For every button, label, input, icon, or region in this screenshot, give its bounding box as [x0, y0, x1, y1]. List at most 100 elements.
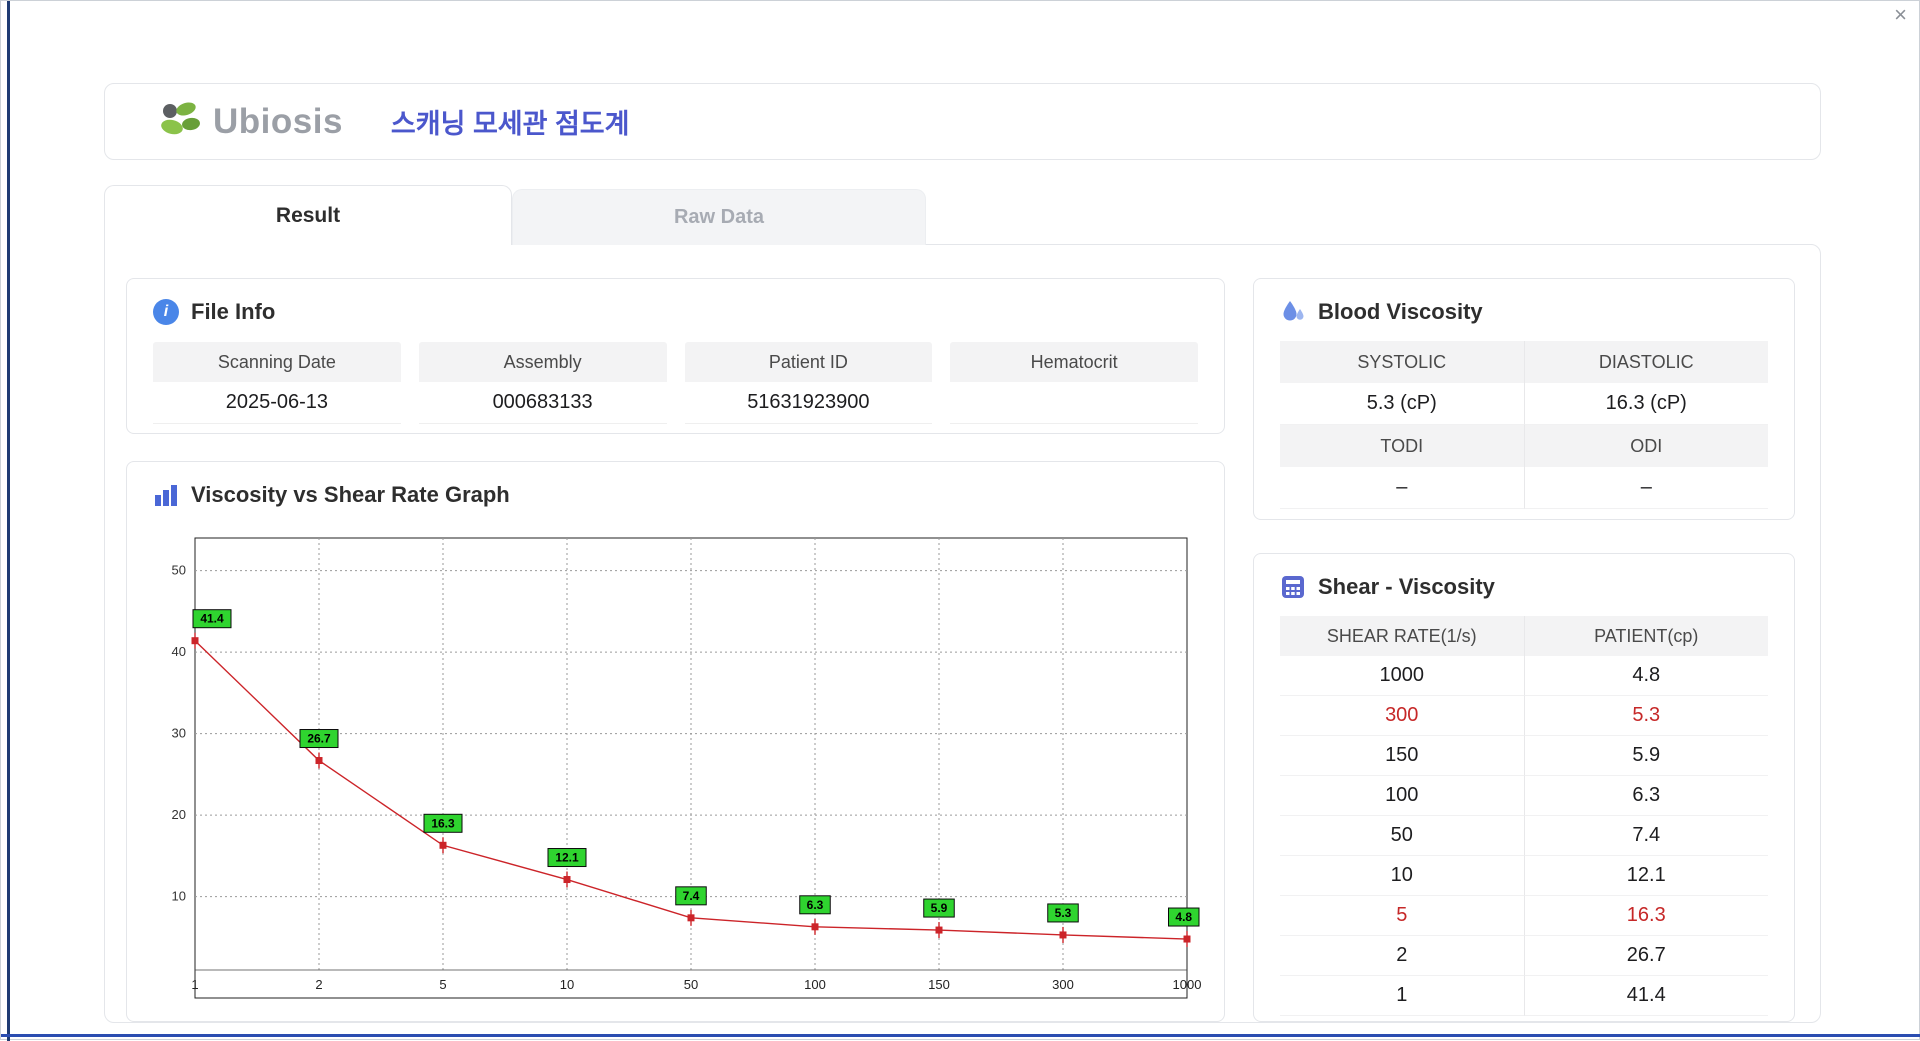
viscosity-chart: 10 20 30 40 50 1 2 5 10 50 100 150 300 1000 41.4 26.7 16… — [172, 537, 1202, 999]
sv-row: 2 26.7 — [1280, 936, 1768, 976]
sv-patient-cell: 6.3 — [1524, 776, 1768, 816]
sv-shear-cell: 10 — [1280, 856, 1525, 896]
bv-row: – – — [1280, 467, 1768, 509]
sv-shear-cell: 300 — [1280, 696, 1525, 736]
svg-text:16.3: 16.3 — [431, 816, 455, 830]
svg-text:150: 150 — [928, 977, 950, 992]
svg-text:1: 1 — [191, 977, 198, 992]
blood-viscosity-table: SYSTOLIC DIASTOLIC 5.3 (cP) 16.3 (cP) TODI OD… — [1280, 341, 1768, 509]
sv-shear-cell: 150 — [1280, 736, 1525, 776]
app-header: Ubiosis 스캐닝 모세관 점도계 — [104, 83, 1821, 160]
field-value: 2025-06-13 — [153, 382, 401, 424]
sv-patient-cell: 7.4 — [1524, 816, 1768, 856]
bv-header-cell: ODI — [1524, 425, 1768, 467]
shear-viscosity-table: SHEAR RATE(1/s) PATIENT(cp) 1000 4.8 300 5.3 1… — [1280, 616, 1768, 1016]
field-label: Hematocrit — [950, 342, 1198, 382]
svg-text:12.1: 12.1 — [555, 851, 579, 865]
bv-value-cell: – — [1280, 467, 1525, 509]
field-label: Scanning Date — [153, 342, 401, 382]
fileinfo-field-scanning-date: Scanning Date 2025-06-13 — [153, 342, 401, 424]
sv-shear-cell: 2 — [1280, 936, 1525, 976]
sv-patient-cell: 26.7 — [1524, 936, 1768, 976]
bv-row: TODI ODI — [1280, 425, 1768, 467]
sv-header-cell: SHEAR RATE(1/s) — [1280, 616, 1525, 656]
sv-row: 5 16.3 — [1280, 896, 1768, 936]
sv-row: 100 6.3 — [1280, 776, 1768, 816]
file-info-card: i File Info Scanning Date 2025-06-13 Assem… — [126, 278, 1225, 434]
sv-shear-cell: 1 — [1280, 976, 1525, 1016]
fileinfo-field-assembly: Assembly 000683133 — [418, 342, 667, 424]
shear-viscosity-card: Shear - Viscosity SHEAR RATE(1/s) PATIENT… — [1253, 553, 1795, 1022]
sv-row: 1 41.4 — [1280, 976, 1768, 1016]
sv-patient-cell: 12.1 — [1524, 856, 1768, 896]
calculator-icon — [1280, 574, 1306, 600]
sv-patient-cell: 41.4 — [1524, 976, 1768, 1016]
bv-value-cell: – — [1524, 467, 1768, 509]
page-title: 스캐닝 모세관 점도계 — [390, 109, 630, 139]
svg-text:2: 2 — [315, 977, 322, 992]
brand-name: Ubiosis — [213, 101, 343, 141]
svg-text:100: 100 — [804, 977, 826, 992]
bv-header-cell: DIASTOLIC — [1524, 341, 1768, 383]
svg-text:7.4: 7.4 — [683, 889, 700, 903]
sv-row: 10 12.1 — [1280, 856, 1768, 896]
svg-text:20: 20 — [172, 807, 186, 822]
svg-text:300: 300 — [1052, 977, 1074, 992]
bv-header-cell: TODI — [1280, 425, 1525, 467]
tab-raw-data[interactable]: Raw Data — [512, 189, 926, 245]
svg-text:6.3: 6.3 — [807, 898, 824, 912]
bv-value-cell: 5.3 (cP) — [1280, 383, 1525, 425]
bv-row: 5.3 (cP) 16.3 (cP) — [1280, 383, 1768, 425]
sv-row: 50 7.4 — [1280, 816, 1768, 856]
field-label: Assembly — [418, 342, 667, 382]
file-info-fields: Scanning Date 2025-06-13 Assembly 000683133… — [127, 325, 1224, 424]
window-left-accent — [7, 1, 10, 1041]
svg-text:5.9: 5.9 — [931, 901, 948, 915]
file-info-title: File Info — [191, 299, 276, 324]
sv-patient-cell: 16.3 — [1524, 896, 1768, 936]
sv-shear-cell: 1000 — [1280, 656, 1525, 696]
bar-chart-icon — [153, 482, 179, 508]
file-info-header: i File Info — [127, 279, 1224, 325]
svg-text:41.4: 41.4 — [200, 612, 224, 626]
field-label: Patient ID — [684, 342, 933, 382]
ubiosis-leaf-icon — [161, 102, 200, 134]
sv-patient-cell: 5.3 — [1524, 696, 1768, 736]
close-icon[interactable]: × — [1894, 4, 1907, 26]
svg-text:10: 10 — [560, 977, 574, 992]
field-value: 51631923900 — [684, 382, 933, 424]
shear-viscosity-header: Shear - Viscosity — [1254, 554, 1794, 600]
svg-text:5.3: 5.3 — [1055, 906, 1072, 920]
bv-row: SYSTOLIC DIASTOLIC — [1280, 341, 1768, 383]
svg-text:50: 50 — [684, 977, 698, 992]
sv-shear-cell: 50 — [1280, 816, 1525, 856]
sv-row: 1000 4.8 — [1280, 656, 1768, 696]
sv-row: 300 5.3 — [1280, 696, 1768, 736]
svg-text:10: 10 — [172, 889, 186, 904]
sv-patient-cell: 4.8 — [1524, 656, 1768, 696]
water-drop-icon — [1280, 299, 1306, 325]
shear-viscosity-title: Shear - Viscosity — [1318, 574, 1495, 599]
sv-header-cell: PATIENT(cp) — [1524, 616, 1768, 656]
fileinfo-field-hematocrit: Hematocrit — [950, 342, 1198, 424]
sv-patient-cell: 5.9 — [1524, 736, 1768, 776]
field-value — [950, 382, 1198, 424]
sv-row: 150 5.9 — [1280, 736, 1768, 776]
sv-shear-cell: 5 — [1280, 896, 1525, 936]
fileinfo-field-patient-id: Patient ID 51631923900 — [684, 342, 933, 424]
svg-text:4.8: 4.8 — [1175, 910, 1192, 924]
tab-result[interactable]: Result — [104, 185, 512, 245]
svg-text:5: 5 — [439, 977, 446, 992]
brand-logo: Ubiosis — [157, 100, 343, 144]
graph-card: Viscosity vs Shear Rate Graph 10 20 30 40 50… — [126, 461, 1225, 1022]
tab-bar: Result Raw Data — [104, 185, 926, 245]
svg-text:30: 30 — [172, 726, 186, 741]
sv-shear-cell: 100 — [1280, 776, 1525, 816]
graph-header: Viscosity vs Shear Rate Graph — [127, 462, 1224, 508]
svg-text:40: 40 — [172, 644, 186, 659]
window-bottom-accent — [1, 1034, 1920, 1037]
sv-header-row: SHEAR RATE(1/s) PATIENT(cp) — [1280, 616, 1768, 656]
info-icon: i — [153, 299, 179, 325]
svg-text:26.7: 26.7 — [307, 732, 331, 746]
svg-text:1000: 1000 — [1173, 977, 1202, 992]
